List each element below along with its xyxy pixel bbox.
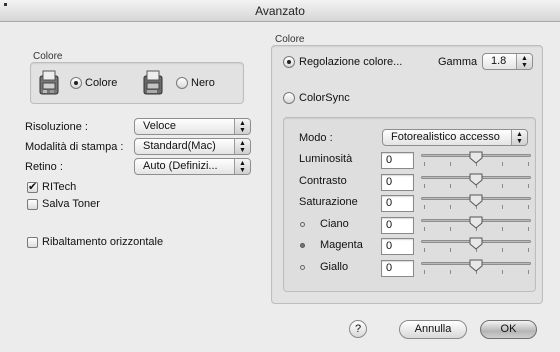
- print-mode-label: Modalità di stampa :: [25, 141, 124, 153]
- adjust-slider[interactable]: [421, 236, 531, 256]
- adjust-value-field[interactable]: 0: [381, 217, 414, 234]
- adjust-slider[interactable]: [421, 193, 531, 213]
- adjust-value-field[interactable]: 0: [381, 152, 414, 169]
- screening-value: Auto (Definizi...: [143, 160, 218, 172]
- updown-arrows-icon: ▲ ▼: [516, 54, 532, 69]
- adjust-slider[interactable]: [421, 258, 531, 278]
- mode-popup[interactable]: Fotorealistico accesso ▲ ▼: [382, 129, 528, 146]
- save-toner-checkbox[interactable]: [27, 199, 38, 210]
- color-radio-label: Colore: [85, 77, 118, 89]
- updown-arrows-icon: ▲ ▼: [234, 119, 250, 134]
- print-mode-popup[interactable]: Standard(Mac) ▲ ▼: [134, 138, 251, 155]
- cancel-button[interactable]: Annulla: [399, 320, 467, 339]
- adjust-label: Giallo: [320, 261, 349, 273]
- resolution-popup[interactable]: Veloce ▲ ▼: [134, 118, 251, 135]
- slider-tick: [424, 205, 425, 209]
- adjust-label: Ciano: [320, 218, 349, 230]
- slider-tick: [450, 270, 451, 274]
- slider-tick: [528, 248, 529, 252]
- slider-tick: [528, 227, 529, 231]
- right-color-title: Colore: [275, 34, 305, 45]
- updown-arrows-icon: ▲ ▼: [234, 139, 250, 154]
- gamma-label: Gamma: [438, 56, 478, 68]
- color-group-title: Colore: [33, 51, 63, 62]
- gamma-value: 1.8: [491, 55, 507, 67]
- resolution-label: Risoluzione :: [25, 121, 88, 133]
- resolution-value: Veloce: [143, 120, 177, 132]
- slider-tick: [502, 162, 503, 166]
- screening-label: Retino :: [25, 161, 63, 173]
- slider-tick: [502, 270, 503, 274]
- print-mode-value: Standard(Mac): [143, 140, 216, 152]
- adjust-label: Magenta: [320, 239, 363, 251]
- yellow-bullet-icon: [300, 265, 305, 270]
- help-icon[interactable]: ?: [349, 320, 367, 338]
- slider-tick: [424, 184, 425, 188]
- corner-mark: [4, 3, 7, 6]
- mode-value: Fotorealistico accesso: [391, 131, 500, 143]
- black-radio-label: Nero: [191, 77, 215, 89]
- gamma-popup[interactable]: 1.8 ▲ ▼: [482, 53, 533, 70]
- slider-thumb[interactable]: [469, 237, 483, 250]
- slider-tick: [502, 227, 503, 231]
- slider-tick: [528, 162, 529, 166]
- adjust-slider[interactable]: [421, 172, 531, 192]
- slider-tick: [424, 227, 425, 231]
- cyan-bullet-icon: [300, 222, 305, 227]
- slider-tick: [528, 270, 529, 274]
- slider-thumb[interactable]: [469, 259, 483, 272]
- slider-tick: [450, 162, 451, 166]
- slider-thumb[interactable]: [469, 216, 483, 229]
- slider-tick: [450, 184, 451, 188]
- slider-thumb[interactable]: [469, 194, 483, 207]
- adjust-slider[interactable]: [421, 215, 531, 235]
- updown-arrows-icon: ▲ ▼: [511, 130, 527, 145]
- title-bar: Avanzato: [0, 0, 560, 22]
- adjust-value-field[interactable]: 0: [381, 260, 414, 277]
- adjust-label: Luminosità: [299, 153, 353, 165]
- black-radio[interactable]: [176, 77, 188, 89]
- adjust-value-field[interactable]: 0: [381, 195, 414, 212]
- colorsync-label: ColorSync: [299, 92, 350, 104]
- save-toner-label: Salva Toner: [42, 198, 100, 210]
- help-glyph: ?: [354, 323, 362, 335]
- printer-black-icon: [143, 70, 163, 95]
- slider-tick: [450, 227, 451, 231]
- mode-label: Modo :: [299, 132, 333, 144]
- ritech-checkbox[interactable]: [27, 180, 38, 193]
- slider-tick: [528, 184, 529, 188]
- slider-tick: [450, 205, 451, 209]
- color-radio[interactable]: [70, 77, 82, 89]
- magenta-bullet-icon: [300, 243, 305, 248]
- screening-popup[interactable]: Auto (Definizi... ▲ ▼: [134, 158, 251, 175]
- adjust-label: Saturazione: [299, 196, 358, 208]
- slider-thumb[interactable]: [469, 173, 483, 186]
- printer-color-icon: [39, 70, 59, 95]
- flip-horizontal-checkbox[interactable]: [27, 237, 38, 248]
- slider-tick: [528, 205, 529, 209]
- flip-horizontal-label: Ribaltamento orizzontale: [42, 236, 164, 248]
- slider-thumb[interactable]: [469, 151, 483, 164]
- slider-tick: [450, 248, 451, 252]
- colorsync-radio[interactable]: [283, 92, 295, 104]
- color-adjust-radio[interactable]: [283, 56, 295, 68]
- cancel-label: Annulla: [414, 323, 452, 335]
- ok-button[interactable]: OK: [480, 320, 537, 339]
- slider-tick: [424, 248, 425, 252]
- ritech-label: RITech: [42, 181, 77, 193]
- slider-tick: [424, 162, 425, 166]
- slider-tick: [502, 184, 503, 188]
- adjust-value-field[interactable]: 0: [381, 238, 414, 255]
- window-title: Avanzato: [255, 4, 305, 18]
- slider-tick: [502, 205, 503, 209]
- advanced-dialog: Avanzato Colore Colore Nero Risoluzione …: [0, 0, 560, 352]
- color-adjust-label: Regolazione colore...: [299, 56, 403, 68]
- adjust-slider[interactable]: [421, 150, 531, 170]
- slider-tick: [424, 270, 425, 274]
- ok-label: OK: [500, 323, 517, 335]
- slider-tick: [502, 248, 503, 252]
- updown-arrows-icon: ▲ ▼: [234, 159, 250, 174]
- adjust-label: Contrasto: [299, 175, 347, 187]
- adjust-value-field[interactable]: 0: [381, 174, 414, 191]
